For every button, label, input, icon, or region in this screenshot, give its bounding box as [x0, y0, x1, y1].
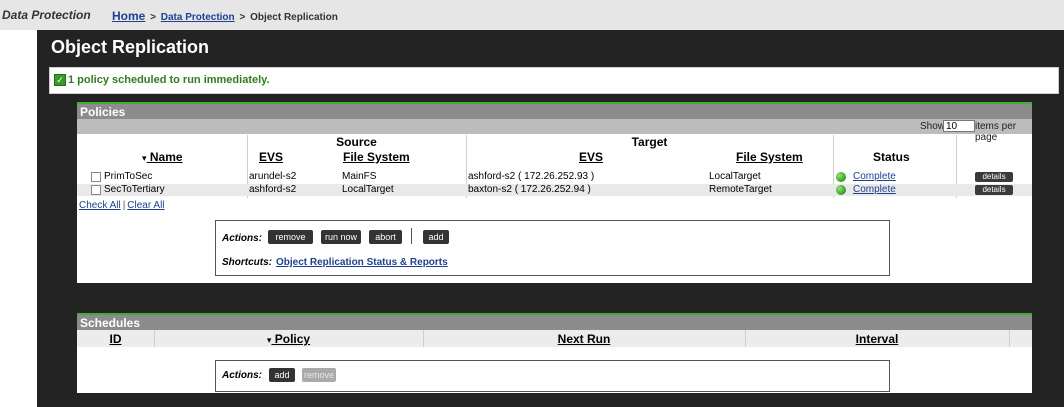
policy-name: SecToTertiary — [104, 184, 165, 195]
column-header-next-run[interactable]: Next Run — [423, 332, 745, 347]
actions-label: Actions: — [222, 370, 262, 381]
status-message-text: 1 policy scheduled to run immediately. — [68, 74, 270, 86]
schedules-actions-box: Actions: add remove — [215, 360, 890, 392]
clear-all-link[interactable]: Clear All — [127, 200, 164, 211]
add-button[interactable]: add — [423, 230, 449, 244]
row-checkbox[interactable] — [91, 172, 101, 182]
column-header-target-fs[interactable]: File System — [736, 150, 803, 165]
details-button[interactable]: details — [975, 172, 1013, 182]
policies-header: Policies — [77, 102, 1032, 119]
source-evs: arundel-s2 — [249, 171, 297, 182]
column-divider — [1009, 330, 1010, 347]
abort-button[interactable]: abort — [369, 230, 402, 244]
status-link[interactable]: Complete — [853, 184, 896, 196]
column-header-policy[interactable]: ▾ Policy — [154, 332, 423, 347]
schedules-panel: Schedules ID ▾ Policy Next Run Interval … — [77, 313, 1032, 393]
details-button[interactable]: details — [975, 185, 1013, 195]
sort-desc-icon: ▾ — [266, 335, 272, 345]
app-title: Data Protection — [2, 8, 91, 22]
breadcrumb-separator: > — [150, 12, 156, 23]
column-header-id[interactable]: ID — [77, 332, 154, 347]
column-header-source-evs[interactable]: EVS — [259, 150, 283, 165]
top-bar: Data Protection Home > Data Protection >… — [0, 0, 1064, 30]
breadcrumb: Home > Data Protection > Object Replicat… — [112, 9, 338, 23]
page-title: Object Replication — [51, 37, 210, 57]
breadcrumb-home-link[interactable]: Home — [112, 9, 145, 23]
policies-panel: Policies Show items per page Source Targ… — [77, 102, 1032, 283]
actions-label: Actions: — [222, 233, 262, 244]
source-evs: ashford-s2 — [249, 184, 297, 195]
source-fs: MainFS — [342, 171, 377, 182]
items-per-page-input[interactable] — [943, 120, 975, 132]
status-ok-icon — [836, 185, 846, 195]
table-row: PrimToSec arundel-s2 MainFS ashford-s2 (… — [77, 171, 1032, 183]
target-evs: baxton-s2 ( 172.26.252.94 ) — [468, 184, 591, 195]
column-header-name[interactable]: ▾ Name — [142, 150, 183, 165]
items-per-page-label: items per page — [975, 121, 1017, 143]
breadcrumb-separator: > — [239, 12, 246, 23]
group-source: Source — [336, 135, 377, 149]
run-now-button[interactable]: run now — [321, 230, 361, 244]
check-all-link[interactable]: Check All — [79, 200, 121, 211]
column-header-interval[interactable]: Interval — [745, 332, 1009, 347]
status-message: ✓ 1 policy scheduled to run immediately. — [49, 67, 1059, 94]
checkmark-icon: ✓ — [54, 74, 66, 86]
column-header-policy-label: Policy — [274, 332, 311, 346]
schedules-title: Schedules — [80, 316, 141, 330]
policy-name: PrimToSec — [104, 171, 153, 182]
policies-title: Policies — [80, 105, 126, 119]
breadcrumb-current: Object Replication — [250, 12, 338, 23]
column-header-status: Status — [873, 150, 910, 164]
breadcrumb-data-protection-link[interactable]: Data Protection — [161, 12, 235, 23]
check-clear-links: Check All | Clear All — [79, 200, 165, 211]
row-checkbox[interactable] — [91, 185, 101, 195]
column-header-source-fs[interactable]: File System — [343, 150, 410, 165]
target-fs: LocalTarget — [709, 171, 761, 182]
add-schedule-button[interactable]: add — [269, 368, 295, 382]
target-evs: ashford-s2 ( 172.26.252.93 ) — [468, 171, 595, 182]
remove-schedule-button[interactable]: remove — [302, 368, 336, 382]
target-fs: RemoteTarget — [709, 184, 772, 195]
show-label: Show — [920, 121, 946, 132]
table-row: SecToTertiary ashford-s2 LocalTarget bax… — [77, 184, 1032, 196]
column-header-name-label: Name — [149, 150, 183, 164]
source-fs: LocalTarget — [342, 184, 394, 195]
schedules-header: Schedules — [77, 313, 1032, 330]
column-header-target-evs[interactable]: EVS — [579, 150, 603, 165]
button-divider — [411, 228, 412, 244]
link-separator: | — [122, 200, 126, 211]
shortcuts-label: Shortcuts: — [222, 257, 272, 268]
pagination-bar: Show items per page — [77, 119, 1032, 143]
object-replication-status-link[interactable]: Object Replication Status & Reports — [276, 257, 448, 268]
policies-actions-box: Actions: remove run now abort add Shortc… — [215, 220, 890, 276]
status-ok-icon — [836, 172, 846, 182]
sort-desc-icon: ▾ — [142, 153, 147, 163]
status-link[interactable]: Complete — [853, 171, 896, 183]
group-target: Target — [631, 135, 668, 149]
remove-button[interactable]: remove — [268, 230, 313, 244]
